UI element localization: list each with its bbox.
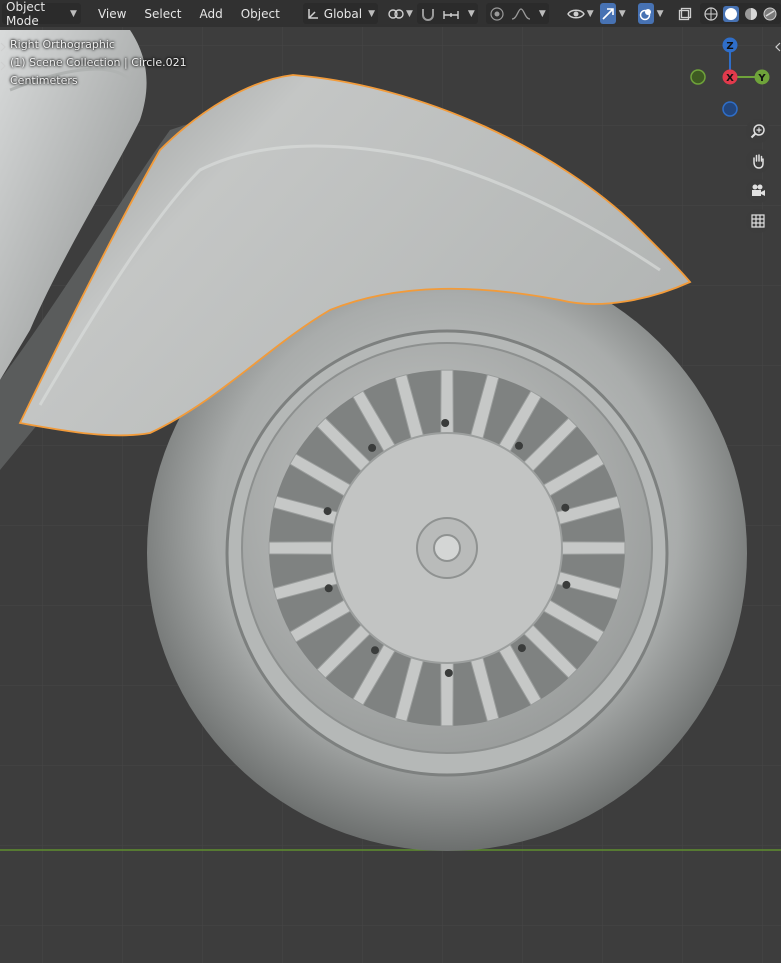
collection-info: (1) Scene Collection | Circle.021 — [10, 56, 187, 69]
wireframe-shading-icon[interactable] — [704, 6, 718, 21]
zoom-icon — [750, 124, 765, 139]
ortho-toggle-button[interactable] — [746, 209, 770, 233]
unit-info: Centimeters — [10, 74, 78, 87]
falloff-curve-icon[interactable] — [511, 7, 531, 21]
snap-increment-icon[interactable] — [442, 7, 460, 21]
pivot-dropdown[interactable]: ▼ — [388, 3, 413, 24]
snap-magnet-icon[interactable] — [420, 6, 436, 22]
brake-bolt — [444, 669, 453, 677]
brake-bolt — [562, 580, 571, 589]
gizmo-neg-z — [722, 101, 738, 117]
menu-view[interactable]: View — [89, 7, 135, 21]
menu-object[interactable]: Object — [232, 7, 289, 21]
overlays-icon — [639, 8, 651, 20]
eye-icon — [566, 9, 585, 18]
gizmo-icon — [602, 7, 614, 20]
brake-bolt — [515, 441, 523, 450]
overlays-toggle-button[interactable] — [637, 3, 654, 24]
3d-viewport[interactable] — [0, 0, 781, 963]
brake-bolt — [561, 503, 570, 512]
chevron-down-icon: ▼ — [467, 8, 475, 19]
chevron-right-icon[interactable] — [0, 42, 6, 52]
zoom-button[interactable] — [746, 119, 770, 143]
orientation-icon — [308, 8, 318, 19]
gizmo-x-label: X — [726, 73, 734, 84]
gizmo-z-label: Z — [726, 41, 733, 52]
rendered-shading-icon[interactable] — [763, 7, 777, 21]
brake-bolt — [441, 419, 450, 427]
rim-spoke — [268, 541, 333, 555]
material-shading-icon[interactable] — [744, 7, 758, 21]
chevron-down-icon[interactable]: ▼ — [619, 9, 626, 19]
grid-icon — [751, 214, 765, 228]
camera-view-button[interactable] — [746, 179, 770, 203]
solid-shading-button[interactable] — [723, 5, 739, 22]
menu-select[interactable]: Select — [135, 7, 190, 21]
brake-bolt — [323, 507, 332, 516]
chevron-down-icon: ▼ — [70, 8, 77, 19]
link-icon — [388, 8, 404, 19]
transform-orientation-dropdown[interactable]: Global ▼ — [302, 3, 378, 24]
snap-group: ▼ — [416, 3, 478, 24]
chevron-down-icon: ▼ — [368, 8, 375, 19]
brake-bolt — [371, 646, 379, 655]
rim-spoke — [561, 541, 626, 555]
brake-bolt — [324, 584, 333, 593]
chevron-down-icon: ▼ — [586, 8, 594, 19]
pan-button[interactable] — [746, 149, 770, 173]
mode-label: Object Mode — [6, 0, 46, 28]
navigation-gizmo[interactable]: Z Y X — [685, 36, 775, 122]
xray-icon — [678, 7, 691, 20]
mode-dropdown[interactable]: Object Mode ▼ — [2, 0, 81, 28]
solid-shading-icon — [725, 7, 737, 20]
brake-bolt — [517, 644, 526, 653]
proportional-edit-icon[interactable] — [489, 6, 505, 22]
gizmo-toggle-button[interactable] — [599, 3, 616, 24]
xray-toggle-button[interactable] — [678, 3, 692, 24]
chevron-down-icon: ▼ — [405, 8, 413, 19]
orientation-label: Global — [323, 6, 363, 21]
viewport-header: Object Mode ▼ View Select Add Object Glo… — [0, 0, 781, 28]
menu-add[interactable]: Add — [190, 7, 231, 21]
proportional-edit-group: ▼ — [485, 3, 549, 24]
chevron-right-icon[interactable] — [0, 61, 6, 71]
chevron-down-icon: ▼ — [538, 8, 546, 19]
chevron-down-icon[interactable]: ▼ — [657, 9, 664, 19]
hand-pan-icon — [753, 154, 764, 169]
camera-icon — [752, 184, 765, 196]
shading-mode-group — [700, 3, 781, 24]
gizmo-neg-y — [690, 69, 706, 85]
viewport-canvas[interactable] — [0, 0, 781, 963]
gizmo-y-label: Y — [757, 73, 766, 84]
viewport-info: Right Orthographic (1) Scene Collection … — [10, 36, 187, 90]
view-name: Right Orthographic — [10, 38, 115, 51]
chevron-left-icon[interactable] — [775, 42, 781, 52]
visibility-dropdown[interactable]: ▼ — [566, 3, 594, 24]
brake-bolt — [368, 443, 377, 452]
